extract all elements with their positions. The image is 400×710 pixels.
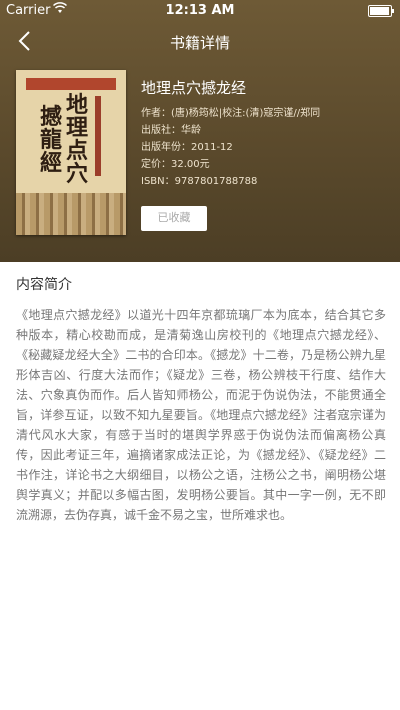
book-publish-year: 出版年份：2011-12 [141,142,233,153]
book-price: 定价：32.00元 [141,159,210,170]
section-heading: 内容简介 [16,277,72,293]
battery-icon [368,5,394,17]
book-cover-image: 地理点穴 撼龍經 [16,70,126,235]
book-publisher: 出版社：华龄 [141,125,201,136]
content-intro-section: 内容简介 《地理点穴撼龙经》以道光十四年京都琉璃厂本为底本，结合其它多种版本，精… [16,274,386,525]
cover-title-glyph: 点 [66,138,89,164]
book-info: 地理点穴撼龙经 作者：(唐)杨筠松|校注:(清)寇宗谨//郑同 出版社：华龄 出… [141,77,391,189]
book-description: 《地理点穴撼龙经》以道光十四年京都琉璃厂本为底本，结合其它多种版本，精心校勘而成… [16,308,386,522]
clock: 12:13 AM [165,3,235,18]
cover-title-glyph: 地 [66,92,89,118]
book-title: 地理点穴撼龙经 [141,79,247,97]
book-isbn: ISBN：9787801788788 [141,176,258,187]
book-author: 作者：(唐)杨筠松|校注:(清)寇宗谨//郑同 [141,108,321,119]
cover-title-glyph: 撼 [40,104,63,130]
cover-title-glyph: 理 [66,115,89,141]
cover-title-glyph: 龍 [40,127,63,153]
cover-title-glyph: 穴 [66,161,89,187]
page-title: 书籍详情 [169,34,230,52]
favorite-button[interactable]: 已收藏 [141,206,207,231]
navigation-bar: 书籍详情 [0,22,400,62]
book-header-background: Carrier 12:13 AM 书籍详情 地理点穴 撼龍經 地理点穴撼龙经 作者… [0,0,400,262]
status-bar: Carrier 12:13 AM [0,0,400,22]
cover-title-glyph: 經 [40,150,63,176]
